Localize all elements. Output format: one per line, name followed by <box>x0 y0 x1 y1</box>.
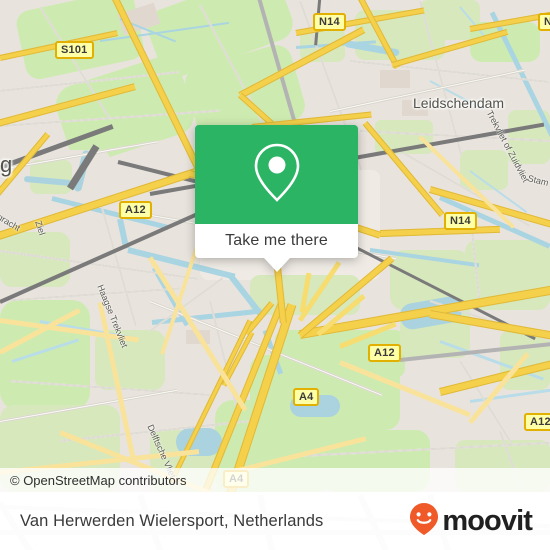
highway-shield-n14-tr: N14 <box>538 13 550 31</box>
moovit-pin-icon <box>409 502 439 541</box>
take-me-there-button[interactable]: Take me there <box>195 224 358 258</box>
osm-attribution-text[interactable]: © OpenStreetMap contributors <box>0 473 187 488</box>
highway-shield-n14-tl: N14 <box>313 13 346 31</box>
location-popup-card[interactable]: Take me there <box>195 125 358 272</box>
page-title: Van Herwerden Wielersport, Netherlands <box>20 511 324 530</box>
place-label-leidschendam: Leidschendam <box>413 95 505 111</box>
popup-pointer <box>263 258 290 272</box>
popup-icon-area <box>195 125 358 224</box>
moovit-wordmark: moovit <box>442 504 533 537</box>
highway-shield-s101: S101 <box>55 41 94 59</box>
moovit-logo[interactable]: moovit <box>409 492 533 550</box>
highway-shield-a12-bottom-right: A12 <box>524 413 550 431</box>
highway-shield-a12-left: A12 <box>119 201 152 219</box>
moovit-map-page: Trekvliet of Zuidvliet Stam gracht Ziel … <box>0 0 550 550</box>
highway-shield-n14-right: N14 <box>444 212 477 230</box>
place-label-den-haag: g <box>0 152 13 177</box>
osm-attribution-bar: © OpenStreetMap contributors <box>0 468 550 492</box>
highway-shield-a4-center: A4 <box>293 388 320 406</box>
map-pin-icon <box>251 141 303 208</box>
footer-bar: Van Herwerden Wielersport, Netherlands m… <box>0 492 550 550</box>
highway-shield-a12-center: A12 <box>368 344 401 362</box>
map-canvas[interactable]: Trekvliet of Zuidvliet Stam gracht Ziel … <box>0 0 550 492</box>
